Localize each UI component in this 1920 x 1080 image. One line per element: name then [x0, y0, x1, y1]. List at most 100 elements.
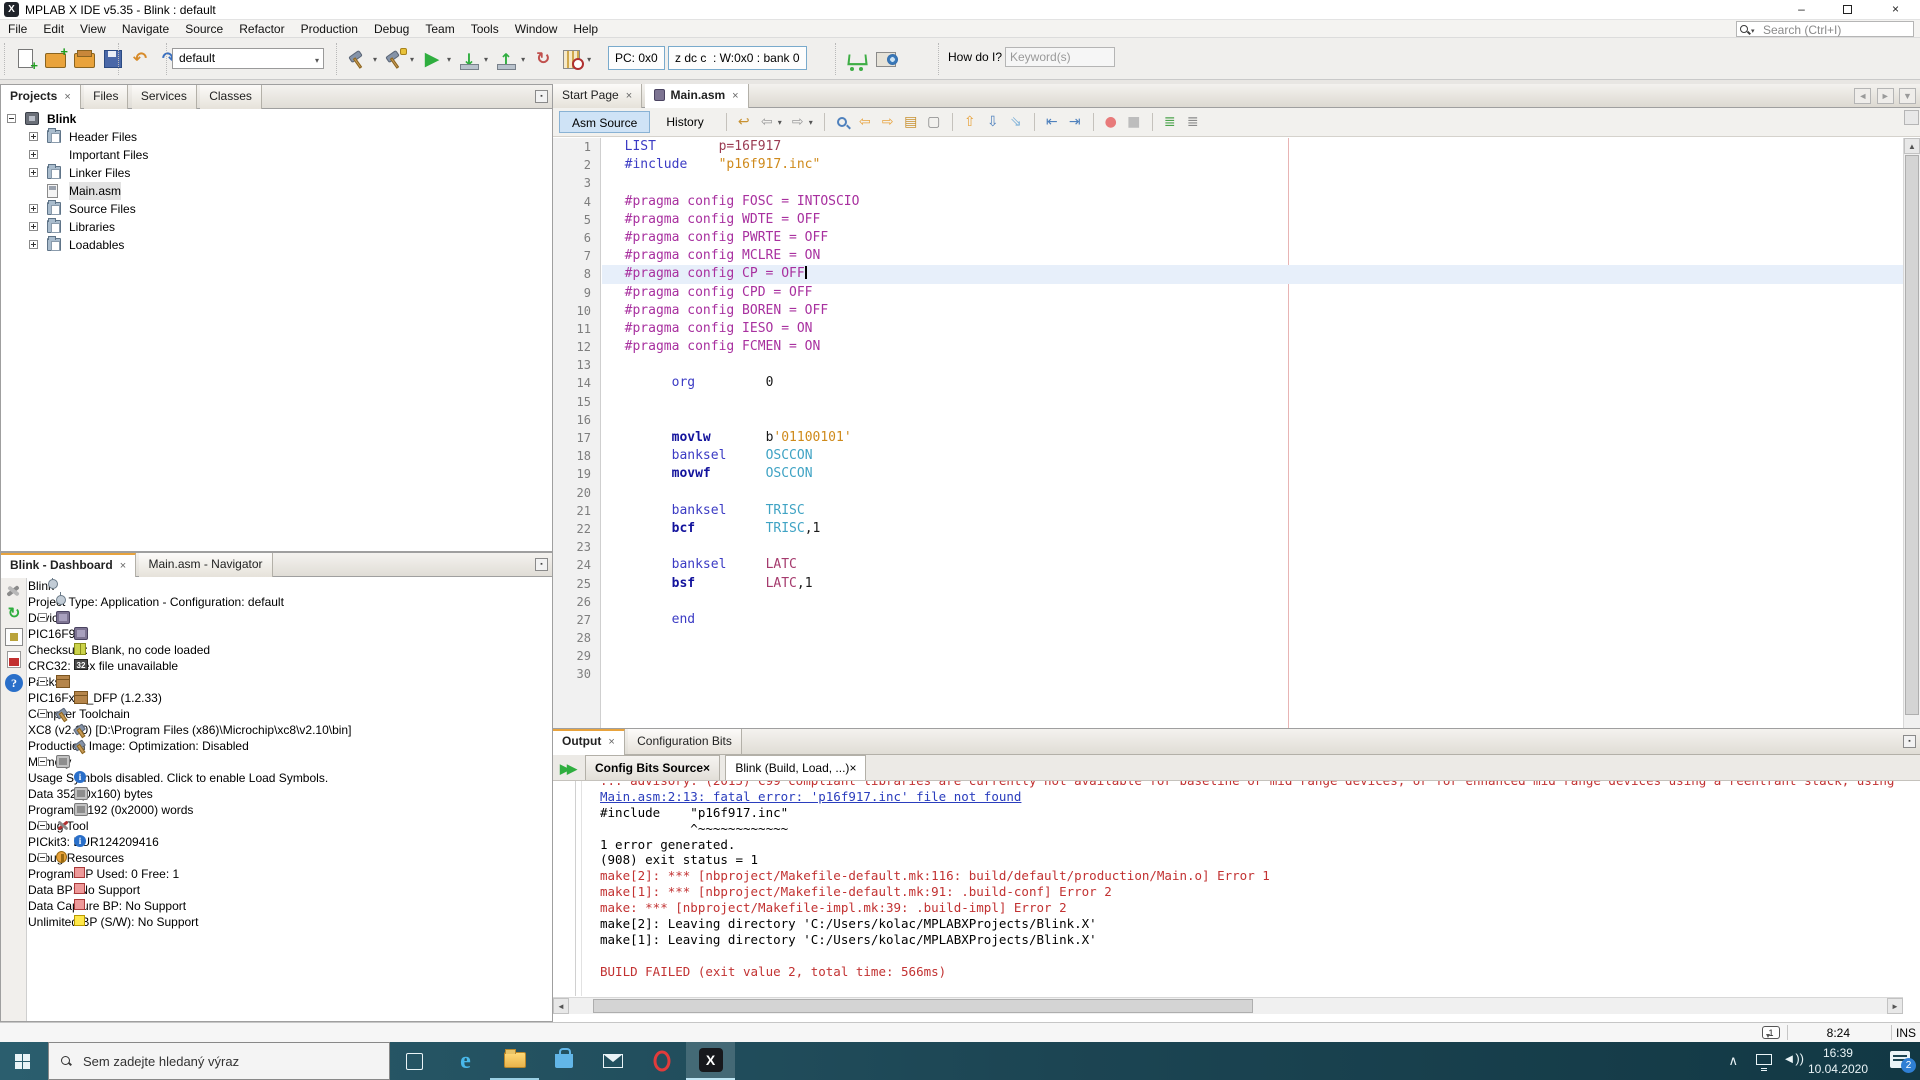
tray-chevron-up-icon[interactable]: ∧: [1728, 1053, 1738, 1069]
output-horizontal-scrollbar[interactable]: ◄ ►: [553, 997, 1903, 1014]
tab-output[interactable]: Output×: [553, 729, 625, 755]
menu-team[interactable]: Team: [417, 20, 462, 38]
expand-icon[interactable]: [29, 150, 38, 159]
dashboard-item[interactable]: PIC16F917: [28, 626, 552, 642]
undo-icon[interactable]: ↶: [127, 46, 153, 72]
close-icon[interactable]: ×: [849, 761, 856, 775]
close-icon[interactable]: ×: [626, 90, 632, 102]
open-project-icon[interactable]: [71, 46, 97, 72]
action-center-icon[interactable]: 2: [1890, 1051, 1910, 1068]
close-icon[interactable]: ×: [608, 736, 614, 748]
scroll-tabs-right-icon[interactable]: ►: [1877, 88, 1894, 104]
rerun-icon[interactable]: ▶▶: [560, 761, 574, 777]
clean-build-icon[interactable]: [382, 46, 408, 72]
collapse-icon[interactable]: [38, 821, 47, 830]
scroll-left-icon[interactable]: ◄: [553, 998, 569, 1014]
tree-item[interactable]: Important Files: [1, 146, 552, 164]
menu-view[interactable]: View: [72, 20, 114, 38]
tab-services[interactable]: Services: [132, 85, 197, 109]
taskbar-search-input[interactable]: Sem zadejte hledaný výraz: [48, 1042, 390, 1080]
tree-item[interactable]: Header Files: [1, 128, 552, 146]
quick-search-input[interactable]: ▾ Search (Ctrl+I): [1736, 21, 1914, 37]
chevron-down-icon[interactable]: ▾: [447, 55, 451, 64]
history-button[interactable]: History: [654, 111, 715, 133]
clock[interactable]: 16:39 10.04.2020: [1808, 1045, 1868, 1077]
dashboard-item[interactable]: Memory: [28, 754, 552, 770]
menu-navigate[interactable]: Navigate: [114, 20, 177, 38]
tree-item[interactable]: Main.asm: [1, 182, 552, 200]
dashboard-item[interactable]: Program 8 192 (0x2000) words: [28, 802, 552, 818]
close-icon[interactable]: ×: [732, 90, 738, 102]
collapse-icon[interactable]: [38, 613, 47, 622]
chevron-down-icon[interactable]: ▾: [410, 55, 414, 64]
collapse-icon[interactable]: [38, 853, 47, 862]
dashboard-item[interactable]: Data BP: No Support: [28, 882, 552, 898]
back-icon[interactable]: ⇦: [756, 111, 778, 133]
dashboard-item[interactable]: Data Capture BP: No Support: [28, 898, 552, 914]
editor-vertical-scrollbar[interactable]: ▲ ▼: [1903, 138, 1920, 791]
ide-window-icon[interactable]: [5, 628, 23, 646]
menu-window[interactable]: Window: [507, 20, 566, 38]
expand-icon[interactable]: [29, 240, 38, 249]
build-icon[interactable]: [345, 46, 371, 72]
find-next-icon[interactable]: ⇨: [877, 111, 899, 133]
volume-icon[interactable]: ◄)): [1782, 1051, 1804, 1066]
dashboard-item[interactable]: Compiler Toolchain: [28, 706, 552, 722]
stop-macro-icon[interactable]: ■: [1123, 111, 1145, 133]
menu-refactor[interactable]: Refactor: [231, 20, 292, 38]
project-properties-icon[interactable]: [5, 582, 23, 600]
next-occurrence-icon[interactable]: ⇩: [982, 111, 1004, 133]
tab-projects[interactable]: Projects×: [1, 85, 81, 109]
maximize-button[interactable]: [1825, 0, 1870, 20]
notification-bubble-icon[interactable]: 1: [1762, 1026, 1780, 1039]
tab-start-page[interactable]: Start Page×: [553, 84, 642, 108]
scrollbar-thumb[interactable]: [1905, 155, 1919, 715]
new-project-icon[interactable]: [42, 46, 68, 72]
close-icon[interactable]: ×: [64, 91, 70, 103]
taskbar-app-mplab[interactable]: X: [686, 1042, 735, 1080]
dashboard-item[interactable]: Data 352 (0x160) bytes: [28, 786, 552, 802]
tree-item[interactable]: Blink: [1, 110, 552, 128]
close-button[interactable]: ×: [1873, 0, 1918, 20]
taskbar-app-mail[interactable]: [588, 1042, 637, 1080]
dashboard-item[interactable]: Project Type: Application - Configuratio…: [28, 594, 552, 610]
configuration-select[interactable]: default ▾: [172, 48, 324, 69]
menu-production[interactable]: Production: [293, 20, 366, 38]
taskbar-app-explorer[interactable]: [490, 1042, 539, 1080]
collapse-icon[interactable]: [7, 114, 16, 123]
split-editor-icon[interactable]: [1904, 110, 1919, 125]
collapse-icon[interactable]: [38, 677, 47, 686]
expand-icon[interactable]: [29, 204, 38, 213]
close-icon[interactable]: ×: [703, 761, 710, 775]
collapse-icon[interactable]: [38, 757, 47, 766]
last-edit-icon[interactable]: ↩: [733, 111, 755, 133]
refresh-status-icon[interactable]: ↻: [5, 605, 23, 623]
run-project-icon[interactable]: ▶: [419, 46, 445, 72]
dashboard-item[interactable]: Debug Tool: [28, 818, 552, 834]
uncomment-icon[interactable]: ≣: [1182, 111, 1204, 133]
build-output-console[interactable]: ... advisory: (2015) C99 compliant libra…: [553, 781, 1903, 996]
toggle-bookmark-icon[interactable]: ⇘: [1005, 111, 1027, 133]
dashboard-item[interactable]: Packs: [28, 674, 552, 690]
tree-item[interactable]: Source Files: [1, 200, 552, 218]
rectangular-selection-icon[interactable]: ▢: [923, 111, 945, 133]
chevron-down-icon[interactable]: ▾: [809, 118, 813, 127]
tab-navigator[interactable]: Main.asm - Navigator: [139, 553, 272, 577]
collapse-icon[interactable]: [38, 709, 47, 718]
previous-occurrence-icon[interactable]: ⇧: [959, 111, 981, 133]
tab-files[interactable]: Files: [84, 85, 128, 109]
help-icon[interactable]: ?: [5, 674, 23, 692]
refresh-debug-icon[interactable]: ↻: [530, 46, 556, 72]
scroll-right-icon[interactable]: ►: [1887, 998, 1903, 1014]
comment-icon[interactable]: ≣: [1159, 111, 1181, 133]
scroll-up-icon[interactable]: ▲: [1904, 138, 1920, 154]
expand-icon[interactable]: [29, 168, 38, 177]
minimize-group-button[interactable]: [535, 558, 548, 571]
shift-right-icon[interactable]: ⇥: [1064, 111, 1086, 133]
minimize-group-button[interactable]: [1903, 735, 1916, 748]
network-icon[interactable]: [1756, 1054, 1772, 1065]
expand-icon[interactable]: [29, 222, 38, 231]
close-icon[interactable]: ×: [120, 560, 126, 572]
menu-file[interactable]: File: [0, 20, 35, 38]
tab-list-icon[interactable]: ▼: [1899, 88, 1916, 104]
